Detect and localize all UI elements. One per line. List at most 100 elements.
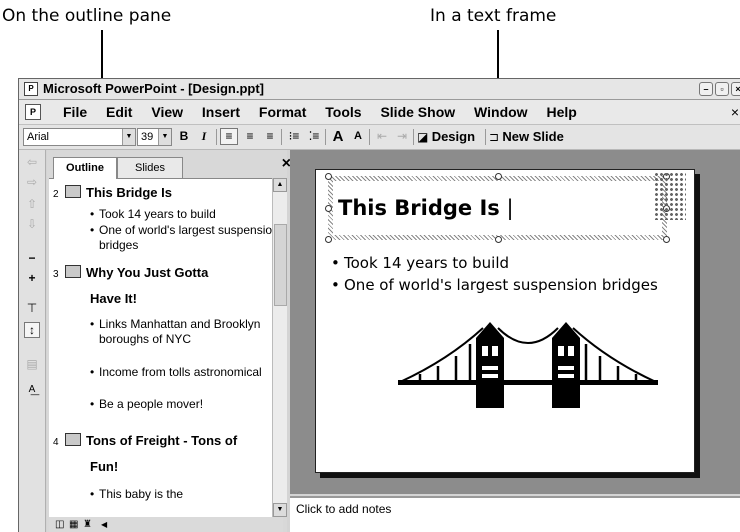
numbering-icon[interactable]: ⁝≡ — [285, 128, 303, 145]
move-down-icon[interactable]: ⇩ — [24, 216, 40, 232]
menu-view[interactable]: View — [151, 100, 183, 124]
design-button[interactable]: ◪ Design — [417, 128, 475, 146]
resize-handle[interactable] — [495, 173, 502, 180]
outline-slide-2[interactable]: 2 This Bridge Is — [53, 185, 172, 200]
text-cursor: | — [499, 196, 514, 220]
chevron-down-icon[interactable]: ▼ — [158, 129, 171, 145]
powerpoint-window: P Microsoft PowerPoint - [Design.ppt] – ▫… — [18, 78, 740, 532]
move-up-icon[interactable]: ⇧ — [24, 196, 40, 212]
outline-content[interactable]: 2 This Bridge Is Took 14 years to build O… — [49, 178, 283, 518]
slide-title-text: This Bridge Is — [338, 196, 500, 220]
bridge-clipart[interactable] — [398, 320, 658, 410]
align-right-icon[interactable]: ≡ — [261, 128, 279, 145]
menu-help[interactable]: Help — [546, 100, 576, 124]
new-slide-icon: ⊐ — [489, 130, 500, 144]
formatting-toolbar: Arial ▼ 39 ▼ B I ≡ ≡ ≡ ⁝≡ ⁚≡ A A ⇤ ⇥ ◪ D… — [19, 125, 740, 150]
minimize-icon[interactable]: – — [699, 82, 713, 96]
menu-insert[interactable]: Insert — [202, 100, 240, 124]
chevron-down-icon[interactable]: ▼ — [122, 129, 135, 145]
outline-slide-title: Why You Just Gotta — [86, 265, 209, 280]
title-text-frame[interactable]: This Bridge Is | — [325, 173, 670, 243]
new-slide-button-label: New Slide — [502, 129, 564, 144]
decrease-font-icon[interactable]: A — [349, 128, 367, 145]
font-size-value: 39 — [141, 131, 154, 143]
menu-bar: P File Edit View Insert Format Tools Sli… — [19, 100, 740, 125]
font-name-select[interactable]: Arial ▼ — [23, 128, 136, 146]
tab-outline[interactable]: Outline — [53, 157, 117, 179]
summary-slide-icon[interactable]: ▤ — [24, 356, 40, 372]
font-size-select[interactable]: 39 ▼ — [137, 128, 172, 146]
slide-bullet[interactable]: One of world's largest suspension bridge… — [331, 276, 658, 294]
align-left-icon[interactable]: ≡ — [220, 128, 238, 145]
callout-text-frame: In a text frame — [430, 6, 557, 26]
expand-all-icon[interactable]: ↕ — [24, 322, 40, 338]
window-title: Microsoft PowerPoint - [Design.ppt] — [43, 81, 264, 96]
outlining-toolbar: ⇦ ⇨ ⇧ ⇩ − + ⊤ ↕ ▤ A͟ — [19, 150, 46, 532]
promote-icon[interactable]: ⇦ — [24, 154, 40, 170]
slide-pane: This Bridge Is | Took 14 years to build … — [290, 150, 740, 494]
increase-font-icon[interactable]: A — [329, 128, 347, 145]
outline-scrollbar[interactable]: ▲ ▼ — [272, 178, 287, 517]
menu-window[interactable]: Window — [474, 100, 528, 124]
menu-edit[interactable]: Edit — [106, 100, 132, 124]
expand-icon[interactable]: + — [24, 270, 40, 286]
document-close-icon[interactable]: × — [731, 100, 739, 124]
design-button-label: Design — [431, 129, 476, 144]
outline-slide-4[interactable]: 4 Tons of Freight - Tons of — [53, 433, 237, 448]
scroll-up-icon[interactable]: ▲ — [273, 178, 287, 192]
decrease-indent-icon[interactable]: ⇤ — [373, 128, 391, 145]
document-icon[interactable]: P — [25, 104, 41, 120]
outline-slide-title: This Bridge Is — [86, 185, 172, 200]
slide-title[interactable]: This Bridge Is | — [338, 196, 514, 220]
menu-tools[interactable]: Tools — [325, 100, 361, 124]
increase-indent-icon[interactable]: ⇥ — [393, 128, 411, 145]
outline-pane: Outline Slides × 2This Bridge Is Took 14… — [47, 150, 291, 532]
outline-bullet[interactable]: One of world's largest suspension bridge… — [90, 223, 281, 253]
slide-show-icon[interactable]: ♜ — [83, 517, 92, 532]
bullets-icon[interactable]: ⁚≡ — [305, 128, 323, 145]
menu-format[interactable]: Format — [259, 100, 306, 124]
powerpoint-icon[interactable]: P — [24, 82, 38, 96]
menu-slide-show[interactable]: Slide Show — [380, 100, 455, 124]
outline-slide-3[interactable]: 3 Why You Just Gotta — [53, 265, 208, 280]
slide-number: 2 — [53, 189, 59, 200]
scroll-thumb[interactable] — [274, 224, 287, 306]
close-icon[interactable]: × — [731, 82, 740, 96]
slide-icon — [65, 433, 81, 446]
design-icon: ◪ — [417, 130, 429, 144]
slide-sorter-icon[interactable]: ▦ — [69, 517, 78, 532]
resize-handle[interactable] — [495, 236, 502, 243]
outline-bullet[interactable]: Links Manhattan and Brooklyn boroughs of… — [90, 317, 281, 347]
restore-icon[interactable]: ▫ — [715, 82, 729, 96]
new-slide-button[interactable]: ⊐ New Slide — [489, 128, 564, 146]
slide-icon — [65, 185, 81, 198]
menu-file[interactable]: File — [63, 100, 87, 124]
italic-button[interactable]: I — [195, 128, 213, 145]
toolbar-separator — [281, 129, 282, 145]
scroll-down-icon[interactable]: ▼ — [273, 503, 287, 517]
collapse-icon[interactable]: − — [24, 250, 40, 266]
bold-button[interactable]: B — [175, 128, 193, 145]
demote-icon[interactable]: ⇨ — [24, 174, 40, 190]
view-buttons: ◫ ▦ ♜ ◀ — [49, 517, 283, 532]
show-formatting-icon[interactable]: A͟ — [24, 382, 40, 398]
resize-handle[interactable] — [325, 205, 332, 212]
align-center-icon[interactable]: ≡ — [241, 128, 259, 145]
outline-bullet[interactable]: Took 14 years to build — [90, 207, 281, 222]
outline-slide-title-cont: Have It! — [90, 291, 137, 306]
slide-icon — [65, 265, 81, 278]
slide-bullet[interactable]: Took 14 years to build — [331, 254, 509, 272]
collapse-all-icon[interactable]: ⊤ — [24, 300, 40, 316]
scroll-left-icon[interactable]: ◀ — [101, 517, 107, 532]
title-bar: P Microsoft PowerPoint - [Design.ppt] – ▫… — [19, 79, 740, 100]
tab-slides[interactable]: Slides — [117, 157, 183, 178]
outline-bullet[interactable]: Be a people mover! — [90, 397, 281, 412]
resize-handle[interactable] — [663, 236, 670, 243]
notes-pane[interactable]: Click to add notes — [290, 496, 740, 532]
normal-view-icon[interactable]: ◫ — [55, 517, 64, 532]
slide-canvas[interactable]: This Bridge Is | Took 14 years to build … — [315, 169, 695, 473]
resize-handle[interactable] — [325, 173, 332, 180]
resize-handle[interactable] — [325, 236, 332, 243]
outline-bullet[interactable]: This baby is the — [90, 487, 281, 502]
outline-bullet[interactable]: Income from tolls astronomical — [90, 365, 281, 380]
